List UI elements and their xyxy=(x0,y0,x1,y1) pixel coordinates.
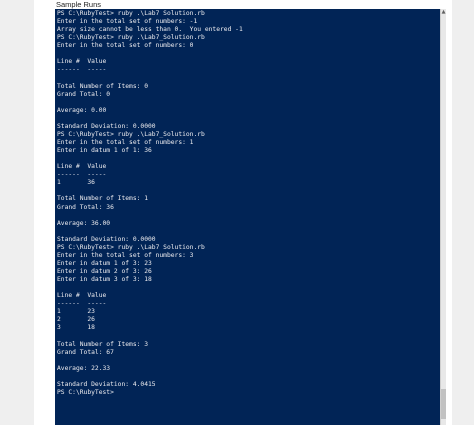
terminal-line: Total Number of Items: 0 xyxy=(57,82,148,90)
terminal-line: ------ ----- xyxy=(57,66,107,74)
terminal-line: Average: 22.33 xyxy=(57,364,111,372)
terminal-line: Enter in the total set of numbers: 0 xyxy=(57,42,194,50)
terminal-line: Average: 0.00 xyxy=(57,106,107,114)
scroll-up-arrow-icon[interactable]: ▲ xyxy=(441,9,446,16)
terminal-line: Standard Deviation: 4.0415 xyxy=(57,380,156,388)
terminal-line: Total Number of Items: 1 xyxy=(57,195,148,203)
terminal-line: Line # Value xyxy=(57,58,107,66)
terminal-line: PS C:\RubyTest> ruby .\Lab7 Solution.rb xyxy=(57,243,205,251)
terminal-line: Line # Value xyxy=(57,163,107,171)
terminal-line: 2 26 xyxy=(57,316,95,324)
terminal-line: Average: 36.00 xyxy=(57,219,111,227)
terminal-line: Enter in the total set of numbers: 1 xyxy=(57,139,194,146)
document-page: Sample Runs PS C:\RubyTest> ruby .\Lab7 … xyxy=(0,0,474,425)
terminal-line: Array size cannot be less than 0. You en… xyxy=(57,26,243,34)
terminal-line: PS C:\RubyTest> xyxy=(57,388,114,396)
terminal-line: Enter in datum 2 of 3: 26 xyxy=(57,268,152,275)
terminal-line: Enter in the total set of numbers: 3 xyxy=(57,251,194,259)
terminal-line: Enter in datum 1 of 1: 36 xyxy=(57,147,152,155)
scrollbar-thumb[interactable] xyxy=(441,389,446,419)
terminal-line: Enter in the total set of numbers: -1 xyxy=(57,18,198,26)
terminal-line: Grand Total: 67 xyxy=(57,348,114,356)
terminal-line: ------ ----- xyxy=(57,171,107,179)
terminal-line: Enter in datum 1 of 3: 23 xyxy=(57,259,152,267)
sample-runs-caption: Sample Runs xyxy=(56,0,102,9)
terminal-line: Enter in datum 3 of 3: 18 xyxy=(57,276,152,284)
terminal-line: PS C:\RubyTest> ruby .\Lab7_Solution.rb xyxy=(57,130,205,138)
terminal-line: Total Number of Items: 3 xyxy=(57,340,148,348)
terminal-line: Standard Deviation: 0.0000 xyxy=(57,235,156,243)
terminal-line: PS C:\RubyTest> ruby .\Lab7 Solution.rb xyxy=(57,10,205,17)
terminal-line: Grand Total: 36 xyxy=(57,203,114,211)
terminal-line: PS C:\RubyTest> ruby .\Lab7_Solution.rb xyxy=(57,34,205,42)
terminal-line: 3 18 xyxy=(57,324,95,332)
terminal-line: 1 36 xyxy=(57,179,95,187)
powershell-terminal[interactable]: PS C:\RubyTest> ruby .\Lab7 Solution.rb E… xyxy=(55,9,440,425)
terminal-scrollbar[interactable]: ▲ xyxy=(440,9,446,425)
terminal-line: Grand Total: 0 xyxy=(57,90,111,98)
terminal-line: ------ ----- xyxy=(57,300,107,308)
terminal-line: Standard Deviation: 0.0000 xyxy=(57,122,156,130)
terminal-output: PS C:\RubyTest> ruby .\Lab7 Solution.rb E… xyxy=(57,10,243,397)
terminal-line: Line # Value xyxy=(57,292,107,300)
terminal-line: 1 23 xyxy=(57,308,95,316)
